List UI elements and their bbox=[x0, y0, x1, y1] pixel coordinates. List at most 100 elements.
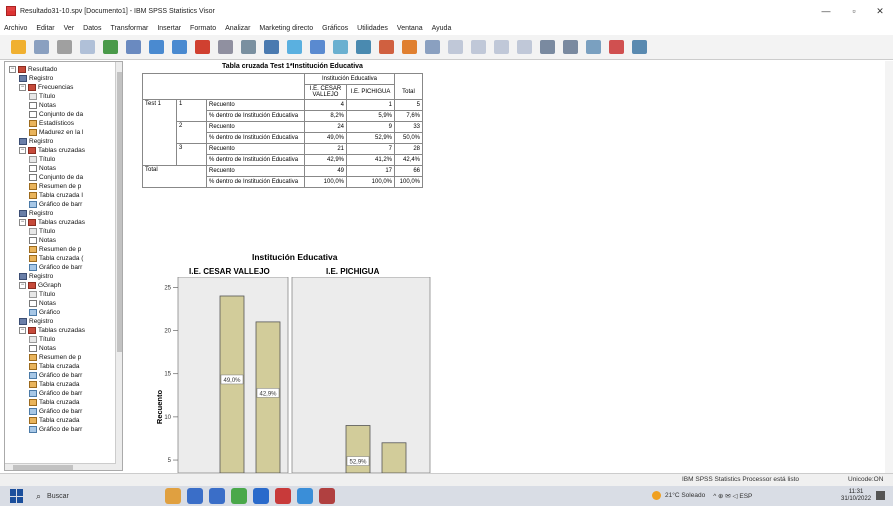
nav-tree-item[interactable]: Registro bbox=[19, 209, 53, 218]
system-tray-icons[interactable]: ^ ⊕ ✉ ◁ ESP bbox=[713, 492, 752, 500]
nav-tree-item[interactable]: Notas bbox=[29, 344, 56, 353]
menu-item[interactable]: Gráficos bbox=[322, 25, 348, 32]
nav-tree-item[interactable]: Título bbox=[29, 290, 55, 299]
toolbar-button[interactable] bbox=[307, 38, 327, 56]
toolbar-button[interactable] bbox=[54, 38, 74, 56]
toolbar-button[interactable] bbox=[123, 38, 143, 56]
toolbar-button[interactable] bbox=[238, 38, 258, 56]
nav-tree-item[interactable]: Registro bbox=[19, 74, 53, 83]
nav-tree-item[interactable]: Tabla cruzada I bbox=[29, 191, 83, 200]
nav-tree-item[interactable]: Conjunto de da bbox=[29, 110, 83, 119]
nav-tree-item[interactable]: Registro bbox=[19, 317, 53, 326]
toolbar-button[interactable] bbox=[399, 38, 419, 56]
nav-tree-item[interactable]: − Tablas cruzadas bbox=[19, 326, 85, 335]
menu-item[interactable]: Formato bbox=[190, 25, 216, 32]
toolbar-button[interactable] bbox=[445, 38, 465, 56]
collapse-toggle[interactable]: − bbox=[19, 282, 26, 289]
taskbar-app-icon[interactable] bbox=[209, 488, 225, 504]
toolbar-button[interactable] bbox=[77, 38, 97, 56]
menu-item[interactable]: Insertar bbox=[157, 25, 181, 32]
nav-tree-item[interactable]: Tabla cruzada bbox=[29, 398, 79, 407]
taskbar-app-icon[interactable] bbox=[165, 488, 181, 504]
nav-tree-item[interactable]: Gráfico de barr bbox=[29, 425, 82, 434]
nav-tree-item[interactable]: Gráfico de barr bbox=[29, 263, 82, 272]
toolbar-button[interactable] bbox=[8, 38, 28, 56]
nav-tree-item[interactable]: Resumen de p bbox=[29, 245, 81, 254]
toolbar-button[interactable] bbox=[537, 38, 557, 56]
minimize-button[interactable]: — bbox=[812, 4, 840, 18]
nav-tree-item[interactable]: Registro bbox=[19, 137, 53, 146]
taskbar-app-icon[interactable] bbox=[187, 488, 203, 504]
scroll-thumb[interactable] bbox=[117, 72, 122, 352]
toolbar-button[interactable] bbox=[560, 38, 580, 56]
toolbar-button[interactable] bbox=[284, 38, 304, 56]
menu-item[interactable]: Ayuda bbox=[432, 25, 452, 32]
nav-tree-item[interactable]: Registro bbox=[19, 272, 53, 281]
nav-tree-item[interactable]: Estadísticos bbox=[29, 119, 74, 128]
toolbar-button[interactable] bbox=[376, 38, 396, 56]
nav-tree-item[interactable]: Gráfico de barr bbox=[29, 407, 82, 416]
nav-tree-item[interactable]: Título bbox=[29, 335, 55, 344]
nav-tree-item[interactable]: − Tablas cruzadas bbox=[19, 146, 85, 155]
nav-tree-item[interactable]: Conjunto de da bbox=[29, 173, 83, 182]
crosstab-pivot-table[interactable]: Institución Educativa I.E. CESAR VALLEJO… bbox=[142, 73, 423, 188]
menu-item[interactable]: Transformar bbox=[110, 25, 148, 32]
collapse-toggle[interactable]: − bbox=[19, 219, 26, 226]
taskbar-app-icon[interactable] bbox=[297, 488, 313, 504]
taskbar-search[interactable]: ⌕ Buscar bbox=[36, 489, 176, 503]
toolbar-button[interactable] bbox=[31, 38, 51, 56]
nav-tree-item[interactable]: Resumen de p bbox=[29, 182, 81, 191]
nav-tree-item[interactable]: − Frecuencias bbox=[19, 83, 73, 92]
nav-tree-item[interactable]: − GGraph bbox=[19, 281, 61, 290]
toolbar-button[interactable] bbox=[491, 38, 511, 56]
nav-tree-item[interactable]: Título bbox=[29, 227, 55, 236]
menu-item[interactable]: Analizar bbox=[225, 25, 250, 32]
collapse-toggle[interactable]: − bbox=[19, 327, 26, 334]
toolbar-button[interactable] bbox=[261, 38, 281, 56]
clock[interactable]: 11:31 31/10/2022 bbox=[841, 489, 871, 503]
weather-widget[interactable]: 21°C Soleado ^ ⊕ ✉ ◁ ESP bbox=[652, 491, 752, 500]
toolbar-button[interactable] bbox=[422, 38, 442, 56]
content-vertical-scrollbar[interactable] bbox=[885, 61, 893, 473]
nav-tree-item[interactable]: Notas bbox=[29, 164, 56, 173]
nav-tree-item[interactable]: Título bbox=[29, 155, 55, 164]
taskbar-app-icon[interactable] bbox=[231, 488, 247, 504]
nav-tree-item[interactable]: Tabla cruzada bbox=[29, 362, 79, 371]
navigator-vertical-scrollbar[interactable] bbox=[115, 62, 122, 470]
close-button[interactable]: ✕ bbox=[866, 4, 893, 18]
nav-tree-item[interactable]: Título bbox=[29, 92, 55, 101]
nav-tree-item[interactable]: − Resultado bbox=[9, 65, 57, 74]
toolbar-button[interactable] bbox=[629, 38, 649, 56]
nav-tree-item[interactable]: Notas bbox=[29, 236, 56, 245]
menu-item[interactable]: Marketing directo bbox=[259, 25, 313, 32]
windows-start-icon[interactable] bbox=[10, 489, 24, 503]
toolbar-button[interactable] bbox=[146, 38, 166, 56]
toolbar-button[interactable] bbox=[330, 38, 350, 56]
nav-tree-item[interactable]: Resumen de p bbox=[29, 353, 81, 362]
nav-tree-item[interactable]: Gráfico de barr bbox=[29, 389, 82, 398]
toolbar-button[interactable] bbox=[100, 38, 120, 56]
nav-tree-item[interactable]: Tabla cruzada bbox=[29, 416, 79, 425]
collapse-toggle[interactable]: − bbox=[19, 84, 26, 91]
nav-tree-item[interactable]: Gráfico de barr bbox=[29, 200, 82, 209]
maximize-button[interactable]: ▫ bbox=[840, 4, 868, 18]
menu-item[interactable]: Ventana bbox=[397, 25, 423, 32]
taskbar-app-icon[interactable] bbox=[275, 488, 291, 504]
toolbar-button[interactable] bbox=[169, 38, 189, 56]
toolbar-button[interactable] bbox=[192, 38, 212, 56]
nav-tree-item[interactable]: Gráfico de barr bbox=[29, 371, 82, 380]
menu-item[interactable]: Ver bbox=[64, 25, 75, 32]
nav-tree-item[interactable]: Madurez en la l bbox=[29, 128, 83, 137]
nav-tree-item[interactable]: Notas bbox=[29, 299, 56, 308]
collapse-toggle[interactable]: − bbox=[9, 66, 16, 73]
taskbar-app-icon[interactable] bbox=[319, 488, 335, 504]
toolbar-button[interactable] bbox=[353, 38, 373, 56]
notification-icon[interactable] bbox=[876, 491, 885, 500]
nav-tree-item[interactable]: Notas bbox=[29, 101, 56, 110]
taskbar-app-icon[interactable] bbox=[253, 488, 269, 504]
toolbar-button[interactable] bbox=[606, 38, 626, 56]
nav-tree-item[interactable]: Tabla cruzada bbox=[29, 380, 79, 389]
output-navigator[interactable]: − Resultado Registro − Frecuencias Título Nota… bbox=[4, 61, 123, 471]
menu-item[interactable]: Utilidades bbox=[357, 25, 388, 32]
menu-item[interactable]: Editar bbox=[36, 25, 54, 32]
